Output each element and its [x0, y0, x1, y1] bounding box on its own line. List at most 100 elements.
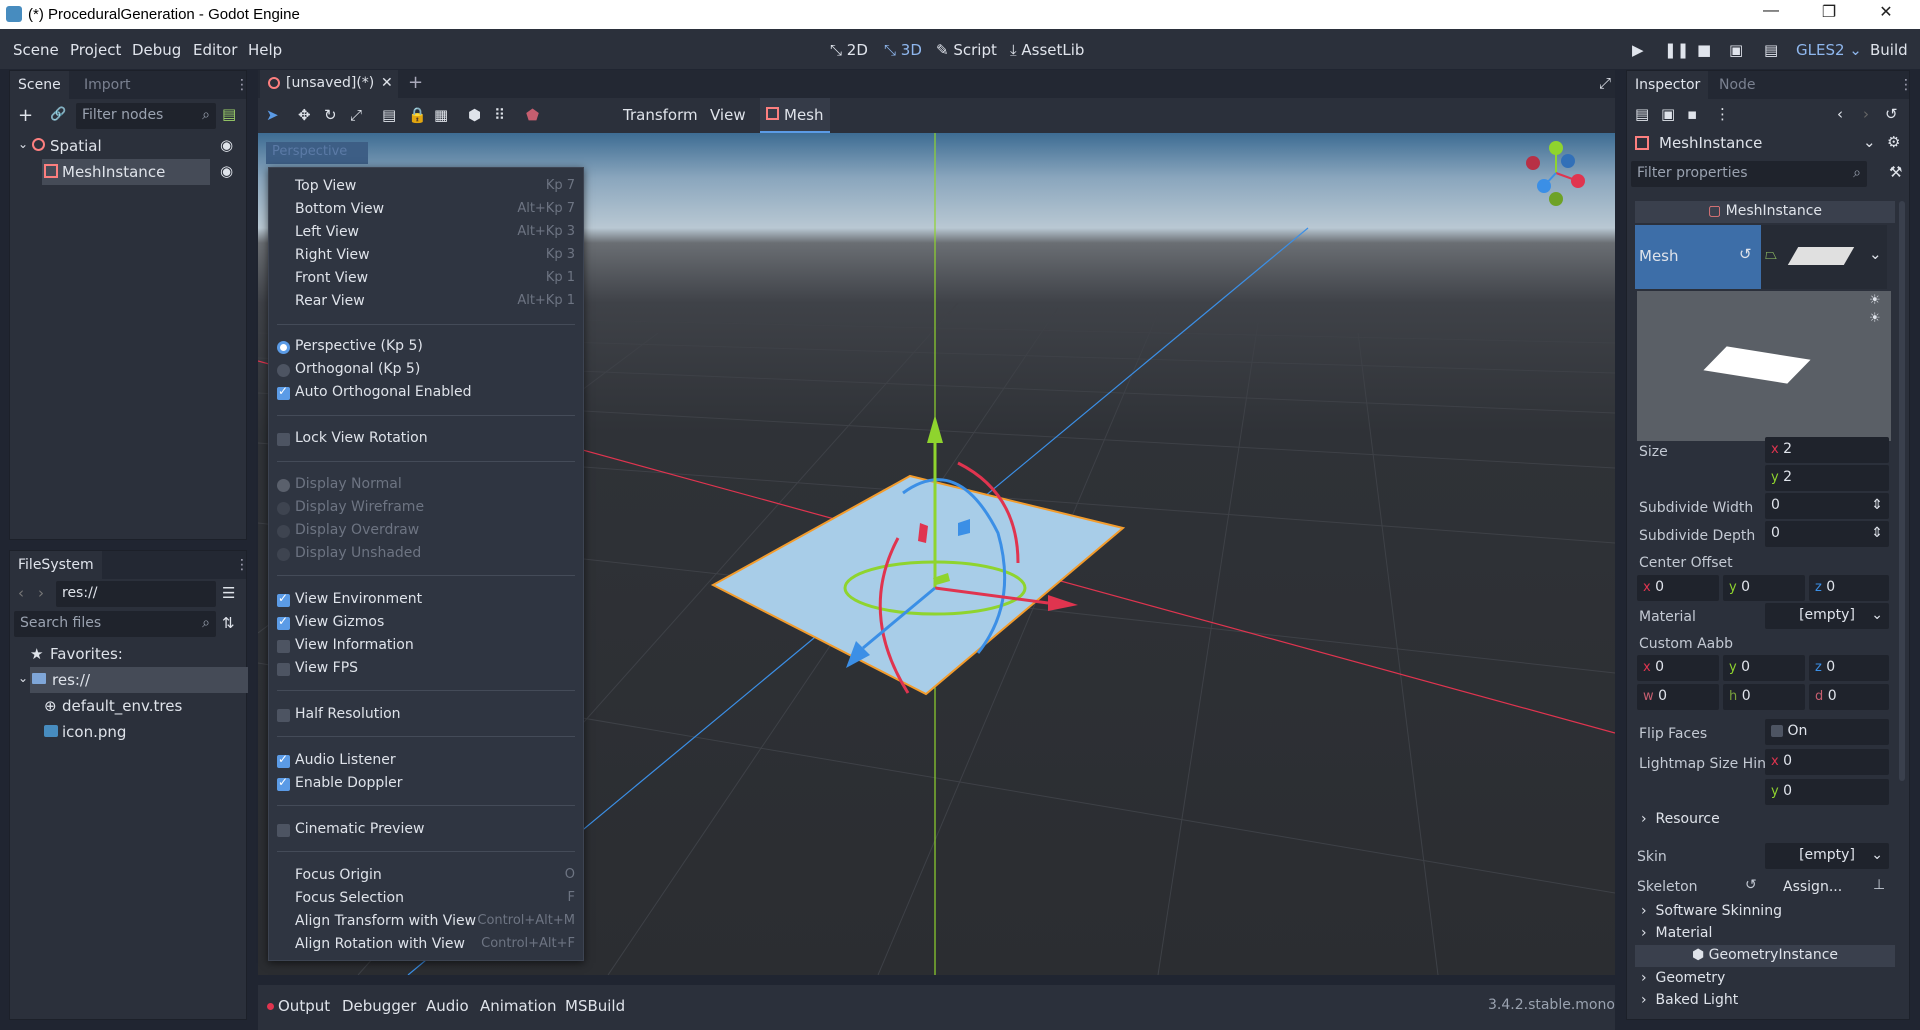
link-icon[interactable]: 🔗 — [50, 107, 66, 122]
scene-tab[interactable]: [unsaved](*) ✕ — [260, 70, 398, 98]
checkbox-lock-rotation[interactable] — [277, 433, 290, 446]
history-icon[interactable]: ↺ — [1885, 105, 1898, 123]
aabb-d-field[interactable]: d 0 — [1809, 684, 1889, 710]
tab-scene[interactable]: Scene — [10, 71, 69, 99]
view-mode-icon[interactable]: ☰ — [222, 584, 235, 602]
spinner-icon[interactable]: ⇕ — [1871, 497, 1883, 513]
menu-project[interactable]: Project — [70, 41, 121, 59]
menu-item-rear-view[interactable]: Rear View — [295, 293, 365, 309]
skeleton-assign-button[interactable]: Assign... — [1783, 879, 1842, 895]
menu-item-view-environment[interactable]: View Environment — [295, 591, 422, 607]
menu-item-enable-doppler[interactable]: Enable Doppler — [295, 775, 403, 791]
material-picker[interactable]: [empty] ⌄ — [1765, 603, 1889, 629]
menu-item-align-transform[interactable]: Align Transform with View — [295, 913, 476, 929]
visibility-eye-icon[interactable]: ◉ — [220, 136, 233, 154]
mesh-menu[interactable]: Mesh — [760, 98, 830, 133]
workspace-assetlib-button[interactable]: ⤓ AssetLib — [1010, 41, 1084, 59]
transform-menu[interactable]: Transform — [623, 106, 698, 124]
play-icon[interactable]: ▶ — [1632, 41, 1644, 59]
folder-res-item[interactable]: ⌄ res:// — [10, 667, 248, 693]
menu-scene[interactable]: Scene — [13, 41, 59, 59]
menu-item-align-rotation[interactable]: Align Rotation with View — [295, 936, 465, 952]
menu-item-view-information[interactable]: View Information — [295, 637, 414, 653]
menu-item-bottom-view[interactable]: Bottom View — [295, 201, 384, 217]
close-icon[interactable]: ✕ — [1871, 2, 1901, 26]
open-folder-icon[interactable]: ▣ — [1661, 105, 1675, 123]
center-offset-x-field[interactable]: x 0 — [1637, 575, 1719, 601]
workspace-script-button[interactable]: ✎ Script — [936, 41, 997, 59]
aabb-h-field[interactable]: h 0 — [1723, 684, 1805, 710]
checkbox-view-gizmos[interactable] — [277, 614, 290, 630]
fullscreen-icon[interactable]: ⤢ — [1599, 74, 1611, 92]
forward-icon[interactable]: › — [38, 584, 44, 602]
tab-node[interactable]: Node — [1711, 71, 1764, 99]
checkbox-enable-doppler[interactable] — [277, 775, 290, 791]
tab-animation[interactable]: Animation — [480, 997, 556, 1015]
checkbox-audio-listener[interactable] — [277, 752, 290, 768]
more-icon[interactable]: ⋮ — [1715, 105, 1730, 123]
viewport-menu-button[interactable]: Perspective — [266, 142, 368, 164]
tab-debugger[interactable]: Debugger — [342, 997, 416, 1015]
menu-item-cinematic-preview[interactable]: Cinematic Preview — [295, 821, 424, 837]
checkbox-view-information[interactable] — [277, 640, 290, 653]
object-name[interactable]: MeshInstance — [1659, 134, 1762, 152]
workspace-2d-button[interactable]: ⤡ 2D — [830, 41, 868, 59]
path-field[interactable]: res:// — [56, 581, 216, 607]
center-offset-y-field[interactable]: y 0 — [1723, 575, 1805, 601]
list-select-icon[interactable]: ▤ — [382, 106, 396, 124]
menu-item-top-view[interactable]: Top View — [295, 178, 356, 194]
checkbox-view-environment[interactable] — [277, 591, 290, 607]
menu-help[interactable]: Help — [248, 41, 282, 59]
favorites-item[interactable]: ★ Favorites: — [10, 641, 246, 667]
checkbox-auto-ortho[interactable] — [277, 384, 290, 400]
menu-item-view-fps[interactable]: View FPS — [295, 660, 358, 676]
radio-perspective[interactable] — [277, 341, 290, 354]
spinner-icon[interactable]: ⇕ — [1871, 525, 1883, 541]
history-forward-icon[interactable]: › — [1863, 105, 1869, 123]
aabb-z-field[interactable]: z 0 — [1809, 655, 1889, 681]
new-tab-icon[interactable]: + — [408, 72, 423, 93]
orientation-gizmo[interactable] — [1526, 141, 1585, 206]
select-tool-icon[interactable]: ➤ — [266, 106, 279, 124]
subdivide-width-spinbox[interactable]: 0 ⇕ — [1765, 493, 1889, 519]
menu-item-front-view[interactable]: Front View — [295, 270, 368, 286]
stop-icon[interactable]: ■ — [1697, 41, 1711, 59]
aabb-y-field[interactable]: y 0 — [1723, 655, 1805, 681]
rotate-tool-icon[interactable]: ↻ — [324, 106, 337, 124]
menu-item-perspective[interactable]: Perspective (Kp 5) — [295, 338, 423, 354]
more-icon[interactable]: ⋮ — [235, 557, 249, 573]
view-menu[interactable]: View — [710, 106, 746, 124]
filter-properties-input[interactable]: Filter properties ⌕ — [1631, 161, 1867, 187]
file-item[interactable]: ⊕ default_env.tres — [10, 693, 246, 719]
more-icon[interactable]: ⋮ — [235, 77, 249, 93]
build-button[interactable]: Build — [1870, 41, 1908, 59]
script-add-icon[interactable]: ▤ — [222, 105, 236, 123]
sort-icon[interactable]: ⇅ — [222, 614, 235, 632]
tab-output[interactable]: Output — [278, 997, 330, 1015]
flip-faces-checkbox[interactable]: On — [1765, 719, 1889, 745]
object-tools-icon[interactable]: ⚙ — [1887, 133, 1900, 151]
checkbox-cinematic-preview[interactable] — [277, 824, 290, 837]
chevron-down-icon[interactable]: ⌄ — [18, 137, 28, 151]
aabb-w-field[interactable]: w 0 — [1637, 684, 1719, 710]
menu-item-audio-listener[interactable]: Audio Listener — [295, 752, 396, 768]
chevron-down-icon[interactable]: ⌄ — [18, 671, 28, 685]
tree-item-meshinstance[interactable]: MeshInstance ◉ — [10, 159, 246, 185]
tab-msbuild[interactable]: MSBuild — [565, 997, 625, 1015]
scale-tool-icon[interactable]: ⤢ — [350, 106, 362, 124]
minimize-icon[interactable]: — — [1756, 2, 1786, 26]
light1-toggle-icon[interactable]: ☀ — [1869, 293, 1881, 308]
history-back-icon[interactable]: ‹ — [1837, 105, 1843, 123]
menu-editor[interactable]: Editor — [193, 41, 237, 59]
menu-item-orthogonal[interactable]: Orthogonal (Kp 5) — [295, 361, 420, 377]
revert-icon[interactable]: ↺ — [1739, 245, 1752, 263]
chevron-down-icon[interactable]: ⌄ — [1863, 133, 1876, 151]
radio-orthogonal[interactable] — [277, 364, 290, 377]
checkbox-half-resolution[interactable] — [277, 709, 290, 722]
center-offset-z-field[interactable]: z 0 — [1809, 575, 1889, 601]
snap-icon[interactable]: ⠿ — [494, 106, 505, 124]
menu-item-half-resolution[interactable]: Half Resolution — [295, 706, 401, 722]
file-item[interactable]: icon.png — [10, 719, 246, 745]
menu-item-right-view[interactable]: Right View — [295, 247, 370, 263]
renderer-select[interactable]: GLES2 ⌄ — [1796, 41, 1862, 59]
